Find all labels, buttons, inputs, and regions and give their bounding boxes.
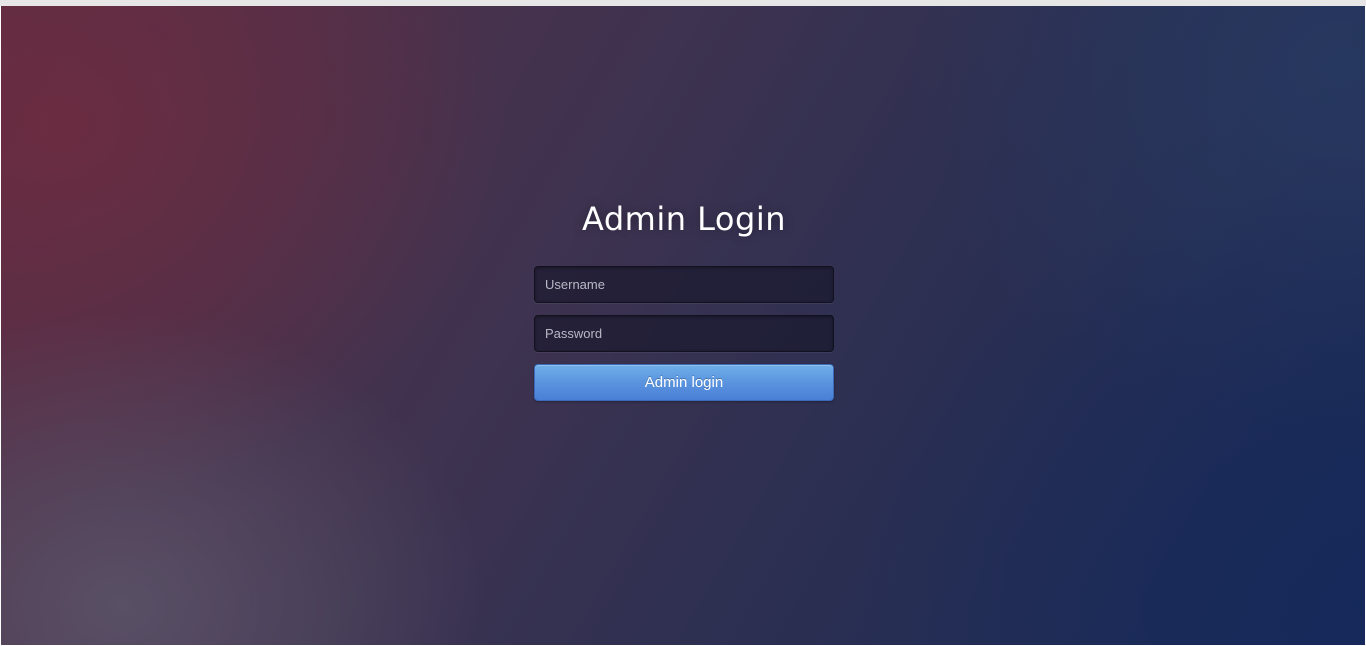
page-title: Admin Login: [582, 200, 786, 238]
login-form: Admin Login Admin login: [534, 198, 834, 401]
username-input[interactable]: [534, 266, 834, 303]
password-input[interactable]: [534, 315, 834, 352]
admin-login-button[interactable]: Admin login: [534, 364, 834, 401]
login-page-background: Admin Login Admin login: [1, 6, 1365, 645]
